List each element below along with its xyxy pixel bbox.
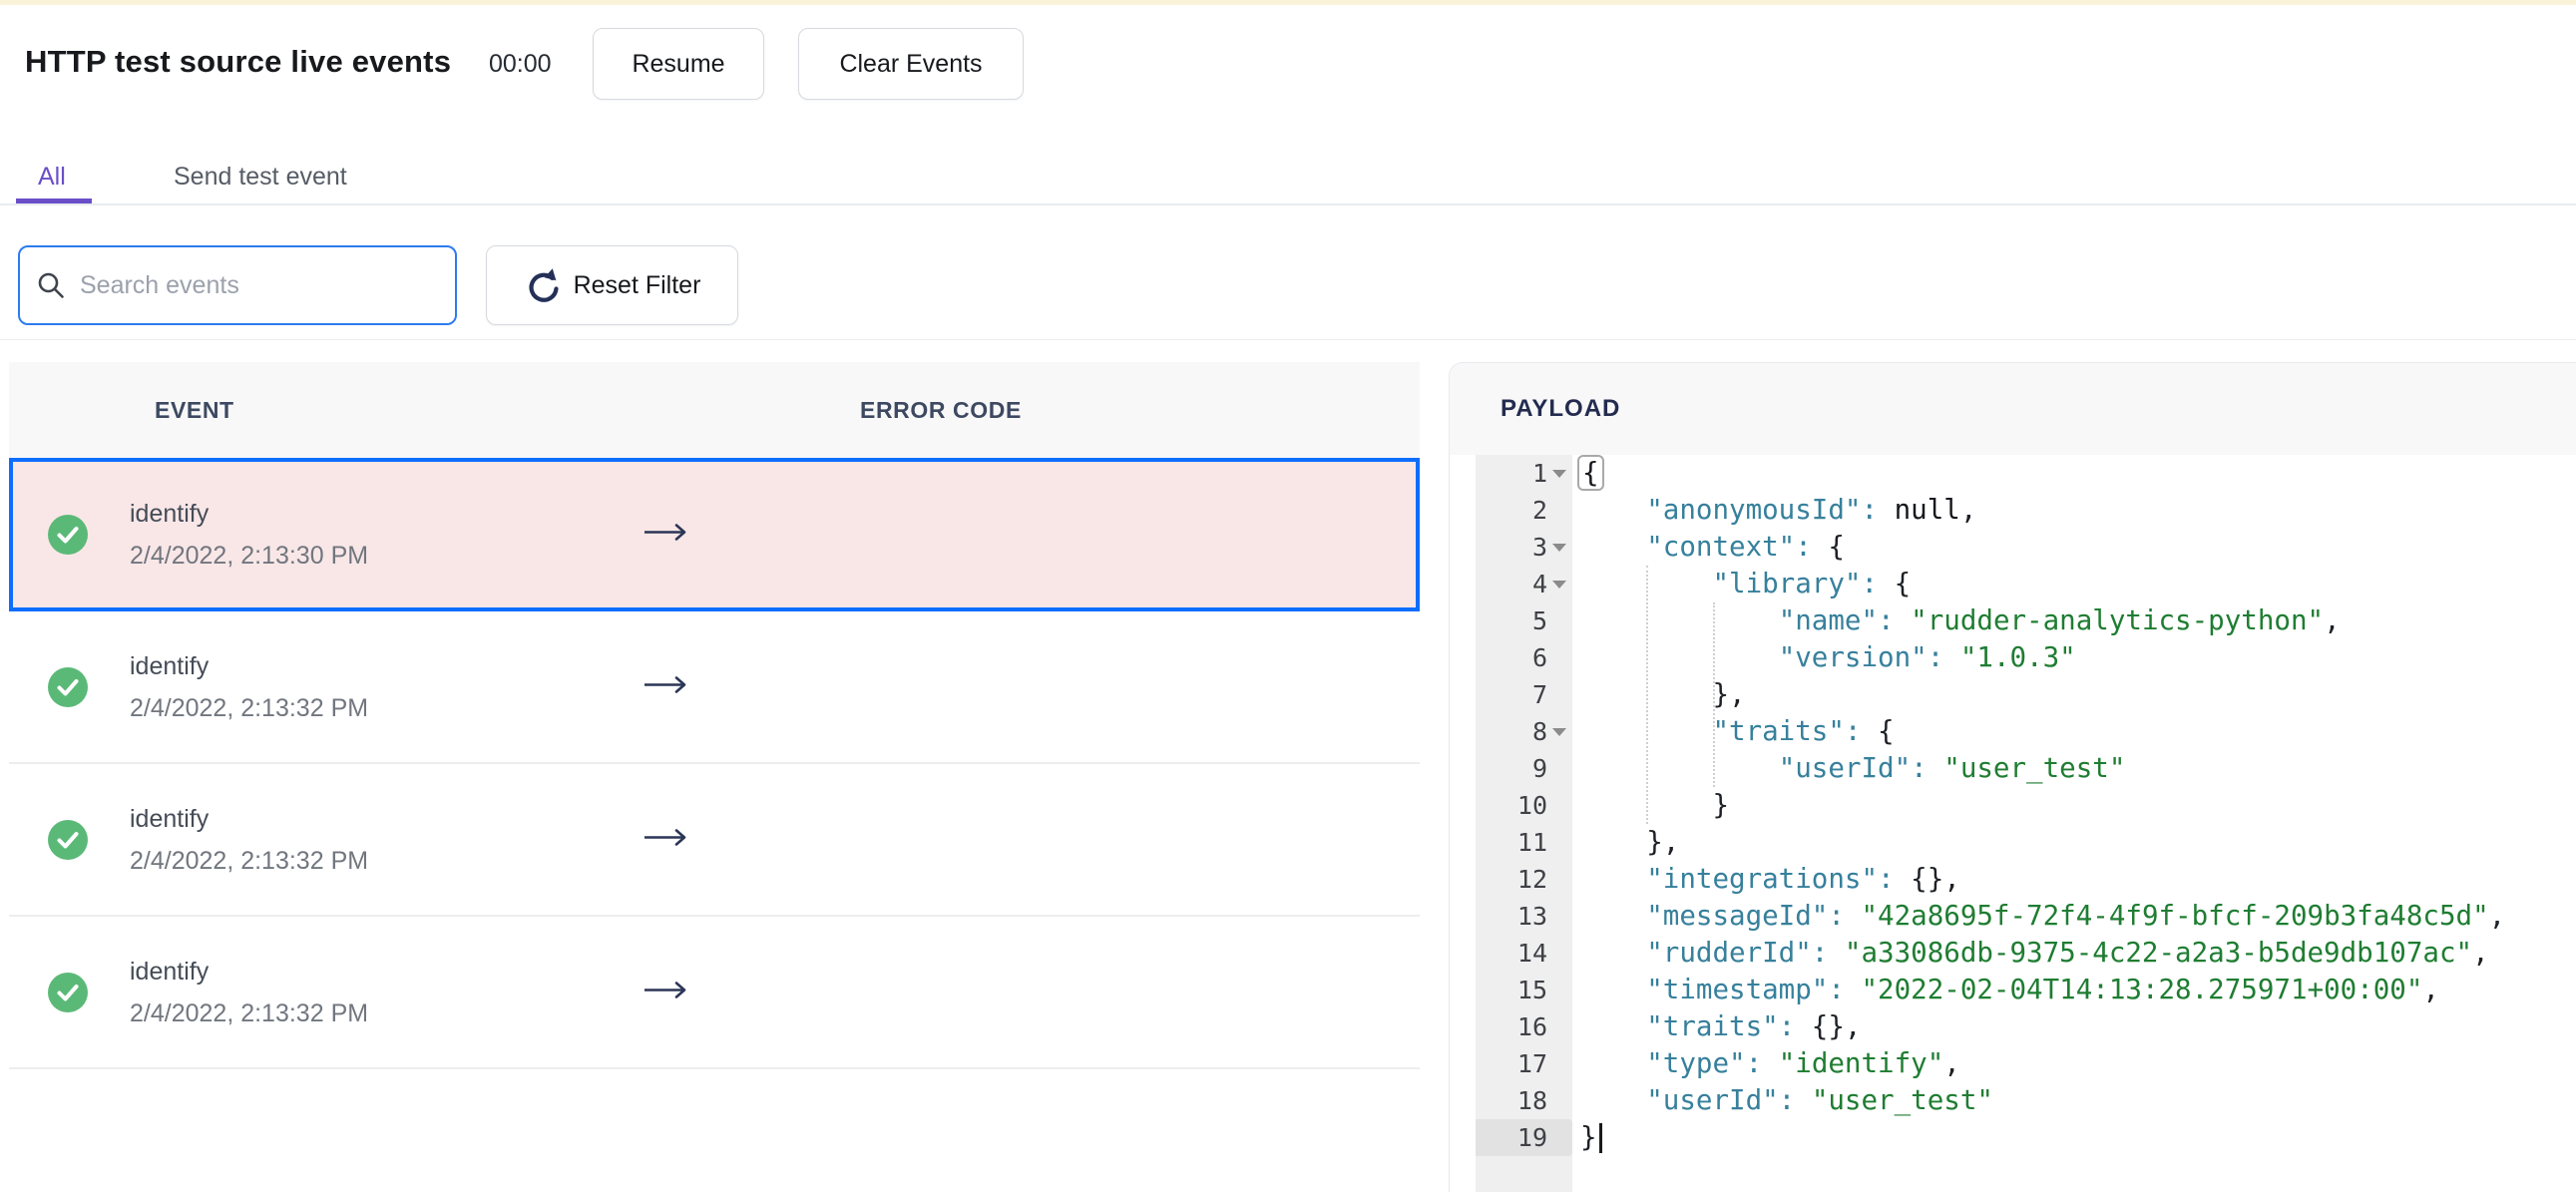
- event-row[interactable]: identify 2/4/2022, 2:13:32 PM: [9, 764, 1420, 917]
- column-header-error-code: ERROR CODE: [860, 396, 1022, 423]
- top-accent-strip: [0, 0, 2576, 5]
- event-timestamp: 2/4/2022, 2:13:32 PM: [130, 846, 369, 875]
- page-title: HTTP test source live events: [25, 44, 452, 79]
- success-check-icon: [48, 819, 88, 860]
- event-timestamp: 2/4/2022, 2:13:32 PM: [130, 998, 369, 1027]
- code-line-15: "timestamp": "2022-02-04T14:13:28.275971…: [1646, 974, 2439, 1005]
- tab-divider: [0, 203, 2576, 205]
- event-name: identify: [130, 651, 210, 680]
- event-cell: identify 2/4/2022, 2:13:32 PM: [130, 802, 368, 878]
- event-name: identify: [130, 804, 210, 833]
- event-timestamp: 2/4/2022, 2:13:32 PM: [130, 693, 369, 722]
- code-line-4: "library": {: [1712, 568, 1912, 599]
- code-line-19: }: [1450, 1119, 2576, 1156]
- resume-button[interactable]: Resume: [593, 28, 764, 100]
- code-line-3: "context": {: [1646, 531, 1845, 563]
- payload-panel-header: PAYLOAD: [1450, 363, 2576, 455]
- search-events-input[interactable]: [78, 269, 439, 301]
- event-name: identify: [130, 500, 210, 528]
- event-row[interactable]: identify 2/4/2022, 2:13:32 PM: [9, 611, 1420, 764]
- event-timestamp: 2/4/2022, 2:13:30 PM: [130, 542, 369, 570]
- payload-json-viewer[interactable]: 1{2 "anonymousId": null, 3 "context": {4 …: [1450, 455, 2576, 1192]
- reset-filter-button[interactable]: Reset Filter: [486, 245, 738, 325]
- event-cell: identify 2/4/2022, 2:13:32 PM: [130, 955, 368, 1030]
- right-arrow-icon: [644, 673, 689, 700]
- right-arrow-icon: [644, 522, 689, 549]
- events-table-header: EVENT ERROR CODE: [9, 362, 1420, 458]
- event-row[interactable]: identify 2/4/2022, 2:13:32 PM: [9, 917, 1420, 1069]
- reset-filter-icon: [524, 267, 560, 303]
- event-cell: identify 2/4/2022, 2:13:30 PM: [130, 497, 368, 573]
- code-line-13: "messageId": "42a8695f-72f4-4f9f-bfcf-20…: [1646, 900, 2506, 932]
- code-line-6: "version": "1.0.3": [1778, 641, 2076, 673]
- event-cell: identify 2/4/2022, 2:13:32 PM: [130, 649, 368, 725]
- code-line-9: "userId": "user_test": [1778, 752, 2126, 784]
- live-timer: 00:00: [489, 50, 552, 78]
- code-line-7: },: [1580, 678, 1746, 710]
- payload-title: PAYLOAD: [1501, 395, 1621, 422]
- code-line-10: }: [1580, 789, 1730, 821]
- code-line-2: "anonymousId": null,: [1646, 494, 1977, 526]
- reset-filter-label: Reset Filter: [573, 270, 701, 299]
- search-icon: [36, 270, 66, 300]
- payload-panel: PAYLOAD 1{2 "anonymousId": null, 3 "conte…: [1449, 362, 2576, 1192]
- resume-button-label: Resume: [632, 49, 725, 78]
- search-events-box[interactable]: [18, 245, 457, 325]
- tab-send-test-event[interactable]: Send test event: [174, 163, 347, 192]
- code-line-14: "rudderId": "a33086db-9375-4c22-a2a3-b5d…: [1646, 937, 2489, 969]
- code-line-16: "traits": {},: [1646, 1010, 1862, 1042]
- code-line-12: "integrations": {},: [1646, 863, 1960, 895]
- success-check-icon: [48, 515, 88, 555]
- code-line-1: {: [1450, 455, 2576, 492]
- clear-events-button-label: Clear Events: [839, 49, 983, 78]
- code-line-8: "traits": {: [1712, 715, 1895, 747]
- success-check-icon: [48, 666, 88, 707]
- text-cursor: [1598, 1123, 1602, 1153]
- clear-events-button[interactable]: Clear Events: [798, 28, 1024, 100]
- event-name: identify: [130, 957, 210, 986]
- content-section-divider: [0, 339, 2576, 340]
- success-check-icon: [48, 972, 88, 1012]
- code-line-18: "userId": "user_test": [1646, 1084, 1993, 1116]
- code-line-17: "type": "identify",: [1646, 1047, 1960, 1079]
- event-row[interactable]: identify 2/4/2022, 2:13:30 PM: [9, 458, 1420, 611]
- column-header-event: EVENT: [155, 396, 234, 423]
- events-table-body: identify 2/4/2022, 2:13:30 PM identify 2…: [9, 458, 1420, 1069]
- right-arrow-icon: [644, 826, 689, 853]
- events-table: EVENT ERROR CODE identify 2/4/2022, 2:13…: [9, 362, 1420, 1069]
- right-arrow-icon: [644, 979, 689, 1005]
- code-line-11: },: [1580, 826, 1680, 858]
- tab-all[interactable]: All: [38, 163, 66, 192]
- code-line-5: "name": "rudder-analytics-python",: [1778, 604, 2341, 636]
